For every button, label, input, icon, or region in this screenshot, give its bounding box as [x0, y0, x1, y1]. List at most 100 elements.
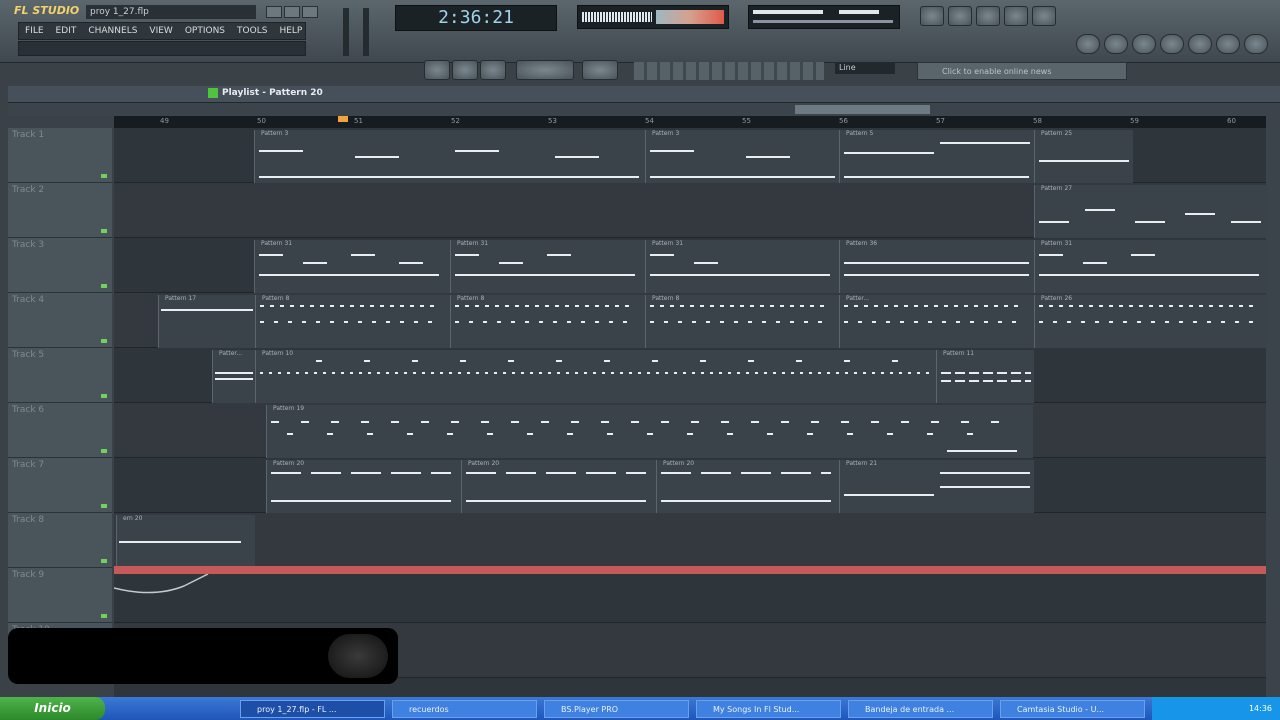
maximize-icon[interactable]	[284, 6, 300, 18]
pattern-clip[interactable]: Pattern 10	[255, 350, 936, 403]
track-enable-icon[interactable]	[101, 559, 107, 563]
overlay-bar	[8, 628, 398, 684]
zoom-icon[interactable]	[1188, 34, 1212, 54]
menu-edit[interactable]: EDIT	[50, 23, 83, 39]
save-icon[interactable]	[1104, 34, 1128, 54]
pattern-clip[interactable]: Pattern 3	[254, 130, 645, 183]
menu-options[interactable]: OPTIONS	[179, 23, 231, 39]
menu-file[interactable]: FILE	[19, 23, 50, 39]
track-lane[interactable]	[114, 513, 1266, 568]
pattern-clip[interactable]: Pattern 20	[461, 460, 656, 513]
scrollbar-thumb[interactable]	[795, 105, 930, 114]
waveform-monitor	[577, 5, 729, 29]
pattern-clip[interactable]: Pattern 5	[839, 130, 1034, 183]
pattern-clip[interactable]: Pattern 26	[1034, 295, 1267, 348]
start-button[interactable]: Inicio	[0, 697, 105, 720]
pattern-clip[interactable]: Pattern 31	[450, 240, 645, 293]
pattern-clip[interactable]: Pattern 25	[1034, 130, 1133, 183]
track-enable-icon[interactable]	[101, 504, 107, 508]
track-lane[interactable]	[114, 568, 1266, 623]
playlist-icon[interactable]	[948, 6, 972, 26]
ruler-mark: 58	[1033, 117, 1042, 125]
snap-select[interactable]: Line	[835, 62, 895, 74]
master-volume-slider[interactable]	[343, 8, 349, 56]
pattern-clip[interactable]: Pattern 20	[656, 460, 839, 513]
ruler-mark: 52	[451, 117, 460, 125]
menu-tools[interactable]: TOOLS	[231, 23, 273, 39]
record-button-icon[interactable]	[480, 60, 506, 80]
pattern-clip[interactable]: Pattern 20	[266, 460, 461, 513]
master-pitch-slider[interactable]	[363, 8, 369, 56]
task-browser[interactable]: My Songs In Fl Stud...	[696, 700, 841, 718]
track-enable-icon[interactable]	[101, 614, 107, 618]
help-icon[interactable]	[1244, 34, 1268, 54]
pattern-clip[interactable]: Pattern 36	[839, 240, 1034, 293]
track-label[interactable]: Track 6	[8, 403, 112, 458]
step-sequencer-icon[interactable]	[976, 6, 1000, 26]
menu-channels[interactable]: CHANNELS	[82, 23, 143, 39]
pattern-selector[interactable]	[582, 60, 618, 80]
track-label[interactable]: Track 8	[8, 513, 112, 568]
tempo-display[interactable]	[516, 60, 574, 80]
track-enable-icon[interactable]	[101, 339, 107, 343]
task-fl-studio[interactable]: proy 1_27.flp - FL ...	[240, 700, 385, 718]
task-bsplayer[interactable]: BS.Player PRO	[544, 700, 689, 718]
task-recuerdos[interactable]: recuerdos	[392, 700, 537, 718]
pattern-clip[interactable]: Pattern 27	[1034, 185, 1267, 238]
track-label[interactable]: Track 5	[8, 348, 112, 403]
track-enable-icon[interactable]	[101, 394, 107, 398]
piano-roll-icon[interactable]	[1004, 6, 1028, 26]
track-enable-icon[interactable]	[101, 174, 107, 178]
pattern-clip[interactable]: Pattern 31	[1034, 240, 1267, 293]
browser-icon[interactable]	[920, 6, 944, 26]
pattern-clip[interactable]: ern 20	[116, 515, 255, 568]
system-tray-clock[interactable]: 14:36	[1152, 697, 1280, 720]
ruler-mark: 49	[160, 117, 169, 125]
pattern-clip[interactable]: Pattern 17	[158, 295, 255, 348]
ruler-mark: 51	[354, 117, 363, 125]
recording-options-panel[interactable]	[634, 62, 824, 80]
track-label[interactable]: Track 3	[8, 238, 112, 293]
pattern-clip[interactable]: Pattern 19	[266, 405, 1033, 458]
pattern-clip[interactable]: Pattern 31	[254, 240, 450, 293]
pattern-clip[interactable]: Pattern 8	[450, 295, 645, 348]
pattern-clip[interactable]: Pattern 31	[645, 240, 839, 293]
menu-view[interactable]: VIEW	[143, 23, 178, 39]
mixer-icon[interactable]	[1032, 6, 1056, 26]
menu-help[interactable]: HELP	[273, 23, 308, 39]
vertical-scrollbar[interactable]	[1266, 103, 1280, 703]
playlist-grid[interactable]: Pattern 3 Pattern 3 Pattern 5 Pattern 25…	[114, 128, 1267, 708]
record-icon[interactable]	[1132, 34, 1156, 54]
time-display: 2:36:21	[395, 5, 557, 31]
pattern-clip[interactable]: Pattern 3	[645, 130, 839, 183]
timeline-ruler[interactable]: 49 50 51 52 53 54 55 56 57 58 59 60	[114, 116, 1266, 128]
task-inbox[interactable]: Bandeja de entrada ...	[848, 700, 993, 718]
track-enable-icon[interactable]	[101, 229, 107, 233]
automation-clip[interactable]	[114, 566, 1266, 574]
cut-icon[interactable]	[1160, 34, 1184, 54]
playhead-icon[interactable]	[338, 116, 348, 122]
track-label[interactable]: Track 7	[8, 458, 112, 513]
pattern-clip[interactable]: Pattern 8	[255, 295, 450, 348]
undo-icon[interactable]	[1076, 34, 1100, 54]
online-news-bar[interactable]: Click to enable online news	[917, 62, 1127, 80]
minimize-icon[interactable]	[266, 6, 282, 18]
pattern-clip[interactable]: Pattern 11	[936, 350, 1034, 403]
track-label[interactable]: Track 1	[8, 128, 112, 183]
pattern-clip[interactable]: Pattern 8	[645, 295, 839, 348]
track-label[interactable]: Track 4	[8, 293, 112, 348]
track-label[interactable]: Track 9	[8, 568, 112, 623]
pause-icon[interactable]	[424, 60, 450, 80]
track-enable-icon[interactable]	[101, 449, 107, 453]
stop-icon[interactable]	[452, 60, 478, 80]
quick-launch[interactable]	[122, 701, 202, 717]
pattern-clip[interactable]: Pattern 21	[839, 460, 1034, 513]
track-enable-icon[interactable]	[101, 284, 107, 288]
horizontal-scrollbar[interactable]	[8, 103, 1280, 116]
task-camtasia[interactable]: Camtasia Studio - U...	[1000, 700, 1145, 718]
pattern-clip[interactable]: Patter...	[212, 350, 255, 403]
track-label[interactable]: Track 2	[8, 183, 112, 238]
copy-icon[interactable]	[1216, 34, 1240, 54]
close-icon[interactable]	[302, 6, 318, 18]
pattern-clip[interactable]: Patter...	[839, 295, 1034, 348]
